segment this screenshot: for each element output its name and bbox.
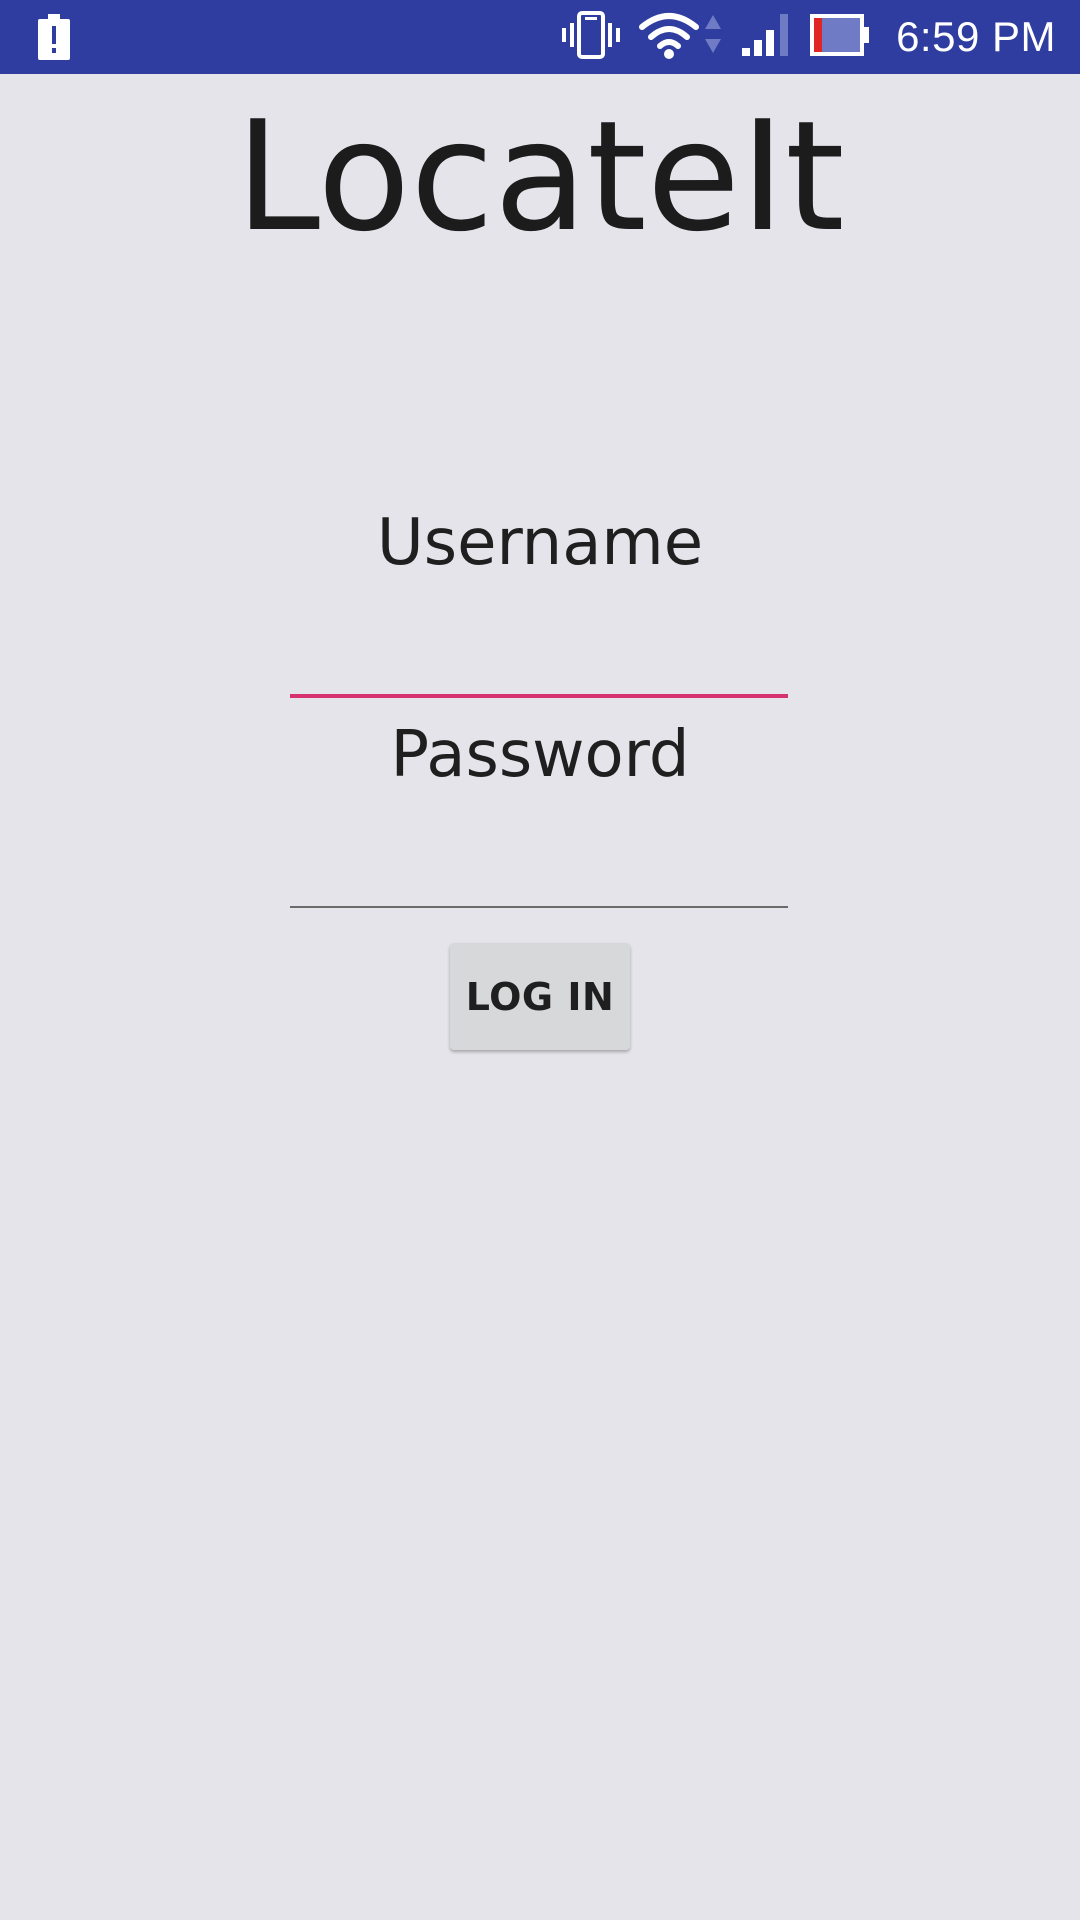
battery-icon — [810, 13, 870, 61]
app-title: LocateIt — [235, 88, 845, 265]
data-arrows-icon — [704, 13, 722, 62]
login-screen: 6:59 PM LocateIt Username Password LOG I… — [0, 0, 1080, 1920]
status-bar: 6:59 PM — [0, 0, 1080, 74]
username-input[interactable] — [290, 634, 788, 698]
status-time: 6:59 PM — [896, 13, 1056, 60]
vibrate-icon — [562, 10, 621, 64]
wifi-icon — [638, 11, 700, 64]
battery-alert-icon — [38, 14, 70, 60]
cell-signal-icon — [740, 12, 792, 63]
login-button[interactable]: LOG IN — [450, 943, 630, 1050]
password-label: Password — [390, 718, 690, 792]
password-input[interactable] — [290, 846, 788, 908]
status-icons: 6:59 PM — [562, 0, 1056, 74]
username-label: Username — [376, 506, 704, 580]
